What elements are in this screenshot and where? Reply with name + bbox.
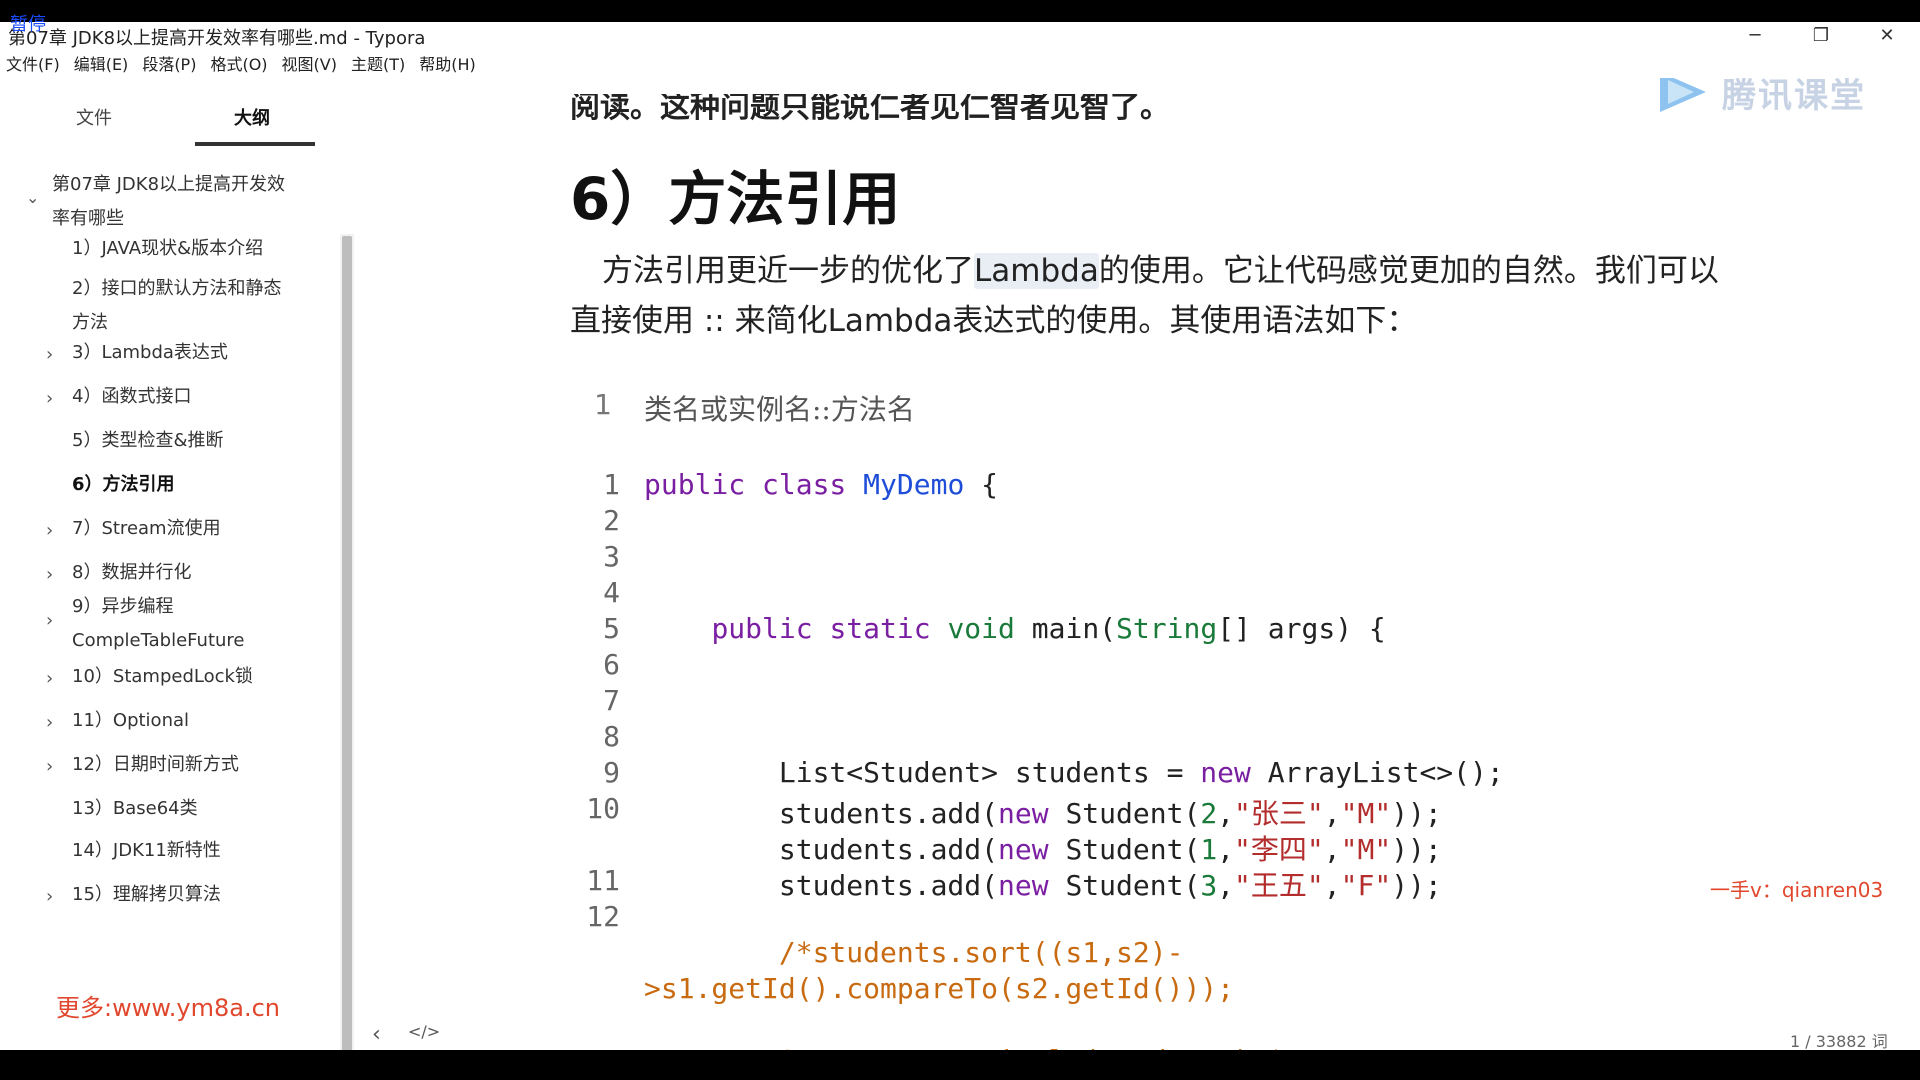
para-text-before: 方法引用更近一步的优化了 [602, 253, 974, 289]
menu-paragraph[interactable]: 段落(P) [136, 52, 204, 78]
line-number: 4 [603, 576, 620, 609]
tab-outline[interactable]: 大纲 [234, 104, 270, 130]
sidebar: 文件 大纲 ⌄ 第07章 JDK8以上提高开发效 率有哪些 1）JAVA现状&版本介绍… [0, 84, 356, 1050]
line-number: 11 [586, 864, 620, 897]
editor-pane[interactable]: 阅读。这种问题只能说仁者见仁智者见智了。 6）方法引用 方法引用更近一步的优化了… [356, 78, 1920, 1050]
line-number: 6 [603, 648, 620, 681]
outline-item-label[interactable]: 1）JAVA现状&版本介绍 [72, 232, 263, 266]
code-line-10: /*students.sort((s1,s2)- [644, 936, 1184, 969]
code-line-6: students.add(new Student(2,"张三","M")); [644, 797, 1442, 830]
outline-item-label[interactable]: 4）函数式接口 [72, 380, 191, 414]
outline-item-label[interactable]: 5）类型检查&推断 [72, 424, 224, 458]
close-button[interactable]: ✕ [1854, 22, 1920, 48]
chevron-right-icon[interactable]: › [46, 712, 53, 733]
outline-item-label-cont[interactable]: 率有哪些 [52, 202, 124, 236]
chevron-right-icon[interactable]: › [46, 886, 53, 907]
chevron-right-icon[interactable]: › [46, 520, 53, 541]
code-line-12: System.out.println(students);*/ [644, 1044, 1302, 1050]
line-number: 10 [586, 792, 620, 825]
watermark-left: 更多:www.ym8a.cn [56, 994, 280, 1022]
line-number: 1 [594, 388, 612, 421]
menu-bar: 文件(F) 编辑(E) 段落(P) 格式(O) 视图(V) 主题(T) 帮助(H… [0, 52, 484, 78]
intro-paragraph: 方法引用更近一步的优化了Lambda的使用。它让代码感觉更加的自然。我们可以直接… [570, 246, 1720, 346]
outline-item-label[interactable]: 9）异步编程 [72, 590, 173, 624]
restore-button[interactable]: ❐ [1788, 22, 1854, 48]
active-tab-indicator [195, 142, 315, 146]
code-line-1: public class MyDemo { [644, 468, 999, 501]
outline-item-label[interactable]: 13）Base64类 [72, 792, 198, 826]
line-number: 7 [603, 684, 620, 717]
outline-item-label[interactable]: 6）方法引用 [72, 468, 175, 502]
menu-edit[interactable]: 编辑(E) [68, 52, 137, 78]
menu-format[interactable]: 格式(O) [204, 52, 275, 78]
heading-method-reference: 6）方法引用 [570, 165, 901, 233]
outline-item-label[interactable]: 11）Optional [72, 704, 189, 738]
code-line-5: List<Student> students = new ArrayList<>… [644, 756, 1504, 789]
line-number: 5 [603, 612, 620, 645]
menu-help[interactable]: 帮助(H) [413, 52, 484, 78]
outline-item-label-cont[interactable]: CompleTableFuture [72, 624, 245, 658]
code-line-8: students.add(new Student(3,"王五","F")); [644, 869, 1442, 902]
chevron-right-icon[interactable]: › [46, 756, 53, 777]
java-code-block[interactable]: 1 2 3 4 5 6 7 8 9 10 11 12 public class MyDemo { pu… [570, 468, 1720, 1050]
inline-code-lambda: Lambda [974, 253, 1099, 289]
line-number: 3 [603, 540, 620, 573]
code-line-10-wrap: >s1.getId().compareTo(s2.getId())); [644, 972, 1235, 1005]
outline-item-label[interactable]: 8）数据并行化 [72, 556, 191, 590]
minimize-button[interactable]: ─ [1722, 22, 1788, 48]
tab-files[interactable]: 文件 [76, 104, 112, 130]
line-number: 2 [603, 504, 620, 537]
sidebar-tabs: 文件 大纲 [0, 84, 320, 148]
paragraph-partial: 阅读。这种问题只能说仁者见仁智者见智了。 [570, 90, 1170, 125]
logo-text: 腾讯课堂 [1722, 78, 1866, 116]
line-number: 1 [603, 468, 620, 501]
tencent-classroom-logo: 腾讯课堂 [1652, 78, 1866, 118]
window-title: 第07章 JDK8以上提高开发效率有哪些.md - Typora [8, 28, 426, 49]
outline-item-label[interactable]: 3）Lambda表达式 [72, 336, 228, 370]
outline-item-label[interactable]: 2）接口的默认方法和静态 [72, 272, 281, 306]
window-controls: ─ ❐ ✕ [1722, 22, 1920, 48]
code-line-3: public static void main(String[] args) { [711, 612, 1386, 645]
menu-file[interactable]: 文件(F) [0, 52, 68, 78]
line-number: 9 [603, 756, 620, 789]
code-line: 类名或实例名::方法名 [644, 393, 915, 426]
title-bar: 第07章 JDK8以上提高开发效率有哪些.md - Typora ─ ❐ ✕ [0, 22, 1920, 49]
syntax-code-block[interactable]: 1 类名或实例名::方法名 [570, 378, 1720, 448]
word-count[interactable]: 1 / 33882 词 [1790, 1028, 1888, 1050]
play-logo-icon [1660, 78, 1706, 112]
outline-item-label[interactable]: 15）理解拷贝算法 [72, 878, 221, 912]
outline-item-label-cont[interactable]: 方法 [72, 306, 108, 340]
outline-item-label[interactable]: 第07章 JDK8以上提高开发效 [52, 168, 285, 202]
outline-scrollbar-thumb[interactable] [342, 236, 352, 1050]
chevron-right-icon[interactable]: › [46, 564, 53, 585]
chevron-right-icon[interactable]: › [46, 668, 53, 689]
code-line-7: students.add(new Student(1,"李四","M")); [644, 833, 1442, 866]
line-number: 8 [603, 720, 620, 753]
chevron-down-icon[interactable]: ⌄ [26, 188, 39, 207]
typora-window: 第07章 JDK8以上提高开发效率有哪些.md - Typora ─ ❐ ✕ 文… [0, 22, 1920, 1050]
chevron-right-icon[interactable]: › [46, 344, 53, 365]
menu-view[interactable]: 视图(V) [276, 52, 345, 78]
chevron-right-icon[interactable]: › [46, 388, 53, 409]
outline-item-label[interactable]: 12）日期时间新方式 [72, 748, 239, 782]
outline-item-label[interactable]: 14）JDK11新特性 [72, 834, 221, 868]
outline-item-label[interactable]: 10）StampedLock锁 [72, 660, 253, 694]
menu-theme[interactable]: 主题(T) [345, 52, 413, 78]
outline-item-label[interactable]: 7）Stream流使用 [72, 512, 221, 546]
watermark-top: 暂停 [10, 14, 46, 35]
line-number: 12 [586, 900, 620, 933]
watermark-right: 一手v：qianren03 [1710, 878, 1884, 902]
chevron-right-icon[interactable]: › [46, 610, 53, 631]
